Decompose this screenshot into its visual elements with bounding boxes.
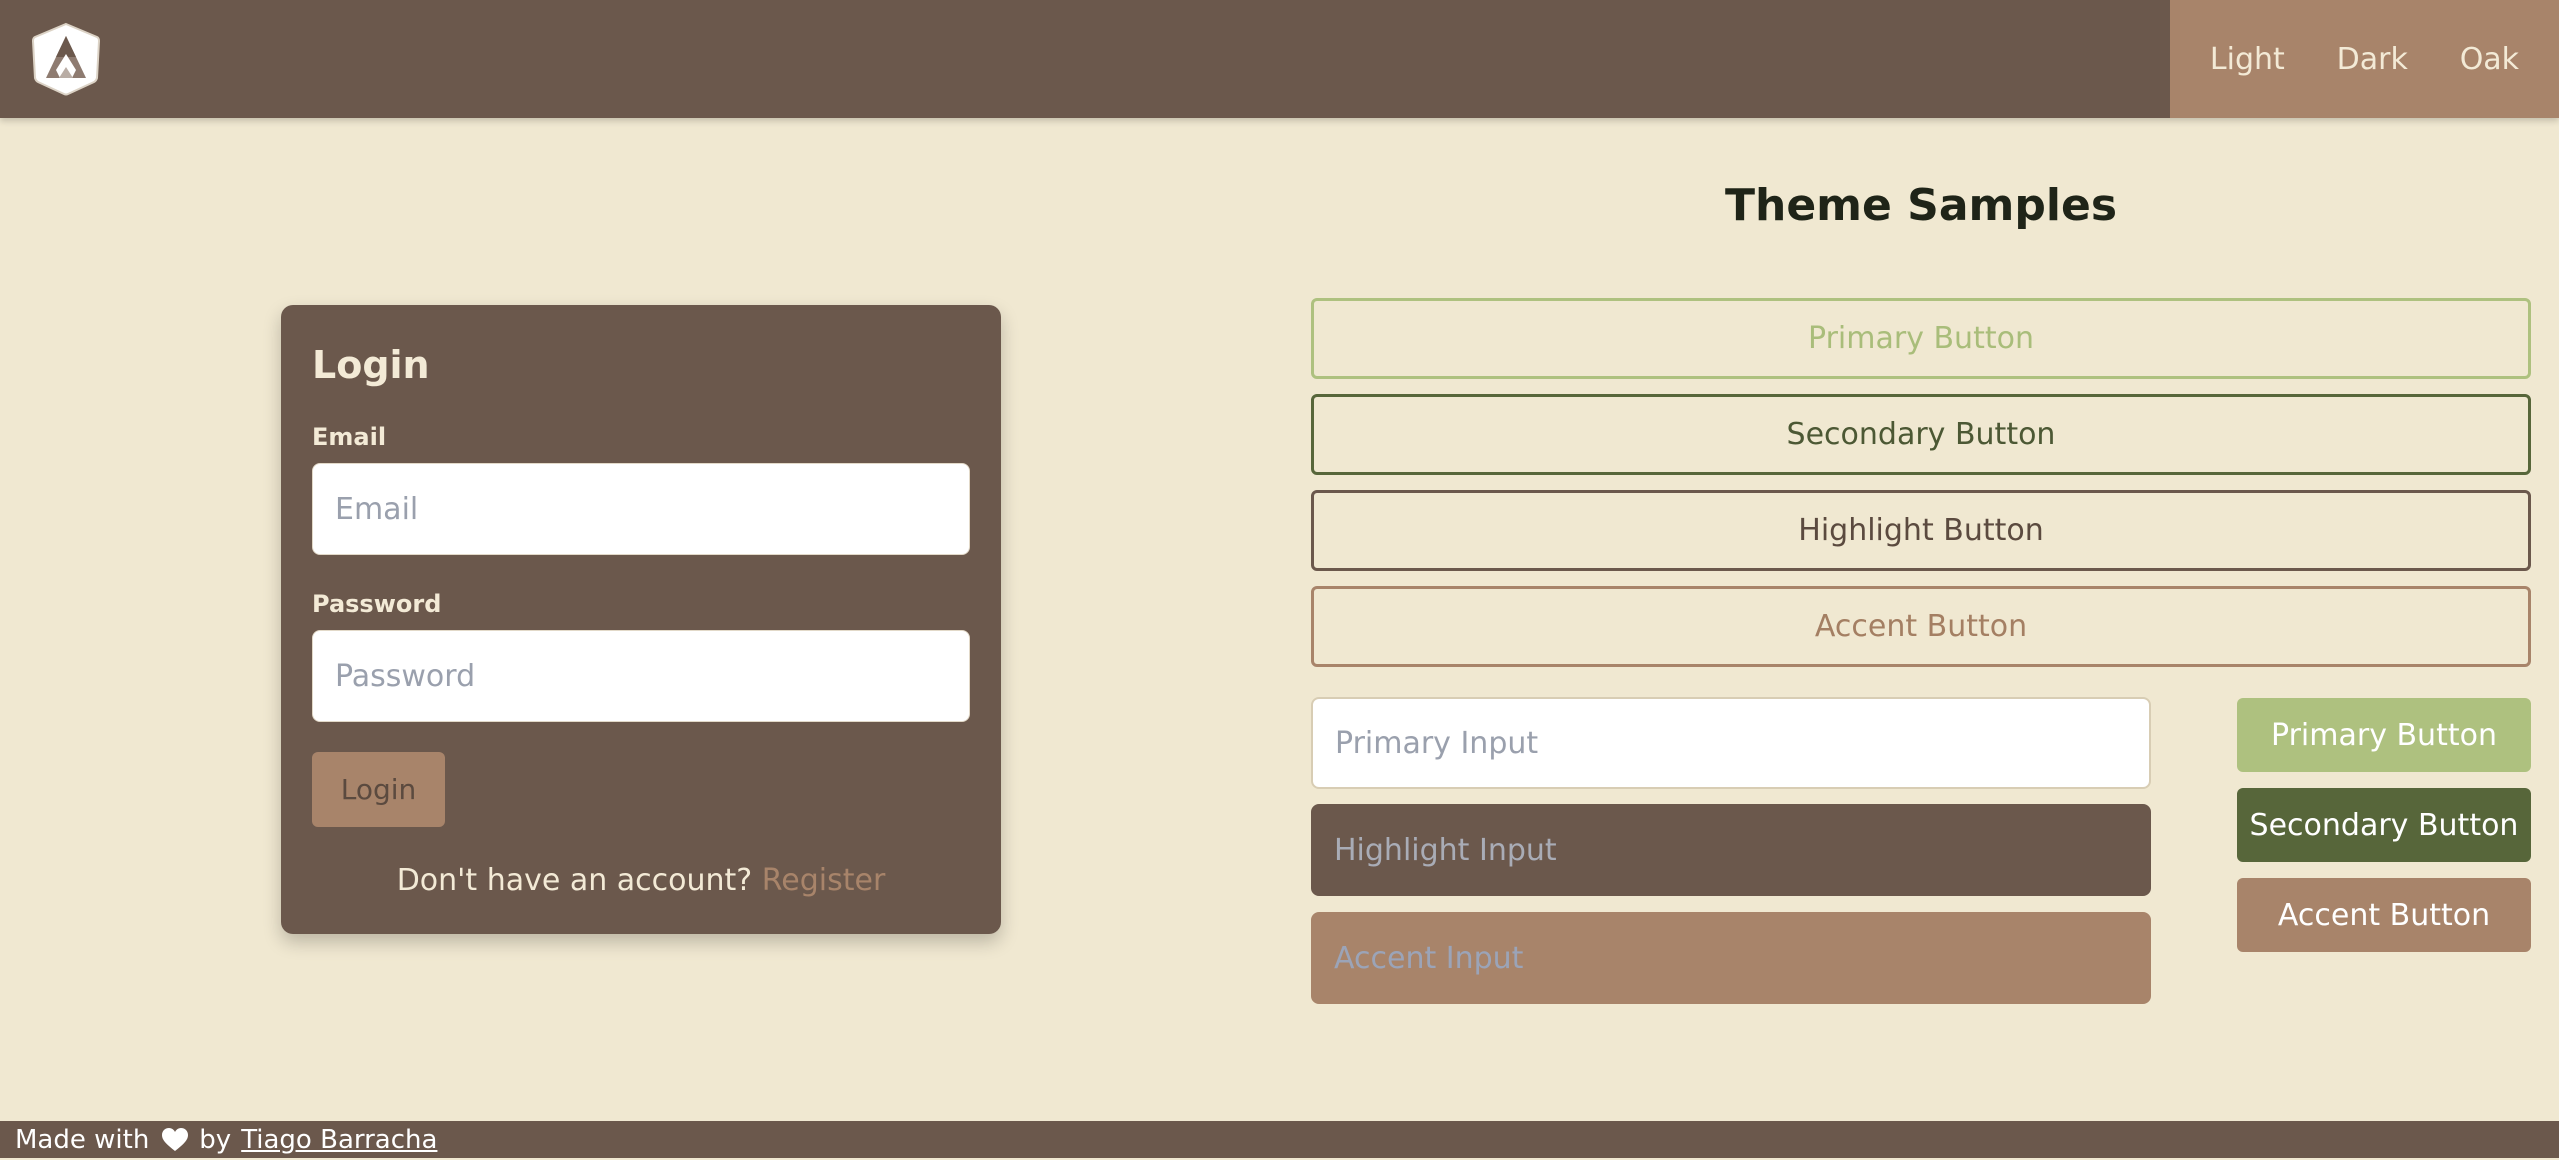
accent-outline-button[interactable]: Accent Button [1311, 586, 2531, 667]
login-title: Login [312, 343, 430, 387]
email-label: Email [312, 423, 387, 451]
theme-option-light[interactable]: Light [2192, 42, 2303, 77]
login-button[interactable]: Login [312, 752, 445, 827]
highlight-outline-button[interactable]: Highlight Button [1311, 490, 2531, 571]
login-card: Login Email Password Login Don't have an… [281, 305, 1001, 934]
secondary-solid-button[interactable]: Secondary Button [2237, 788, 2531, 862]
footer-by: by [199, 1124, 232, 1155]
register-prompt-line: Don't have an account? Register [281, 863, 1001, 898]
highlight-input[interactable] [1311, 804, 2151, 896]
password-label: Password [312, 590, 442, 618]
secondary-outline-button[interactable]: Secondary Button [1311, 394, 2531, 475]
accent-solid-button[interactable]: Accent Button [2237, 878, 2531, 952]
theme-samples-title: Theme Samples [1724, 180, 2118, 231]
theme-option-oak[interactable]: Oak [2442, 42, 2537, 77]
app-logo-icon[interactable] [28, 20, 104, 96]
register-link[interactable]: Register [762, 863, 886, 898]
primary-outline-button[interactable]: Primary Button [1311, 298, 2531, 379]
register-prompt-text: Don't have an account? [396, 863, 753, 898]
heart-icon [161, 1127, 189, 1153]
footer-made-with: Made with [15, 1124, 150, 1155]
accent-input[interactable] [1311, 912, 2151, 1004]
primary-solid-button[interactable]: Primary Button [2237, 698, 2531, 772]
password-field[interactable] [312, 630, 970, 722]
author-link[interactable]: Tiago Barracha [241, 1125, 437, 1155]
email-field[interactable] [312, 463, 970, 555]
footer: Made with by Tiago Barracha [0, 1121, 2559, 1158]
theme-option-dark[interactable]: Dark [2319, 42, 2426, 77]
top-navbar: Light Dark Oak [0, 0, 2559, 118]
theme-switcher: Light Dark Oak [2170, 0, 2559, 118]
primary-input[interactable] [1311, 697, 2151, 789]
